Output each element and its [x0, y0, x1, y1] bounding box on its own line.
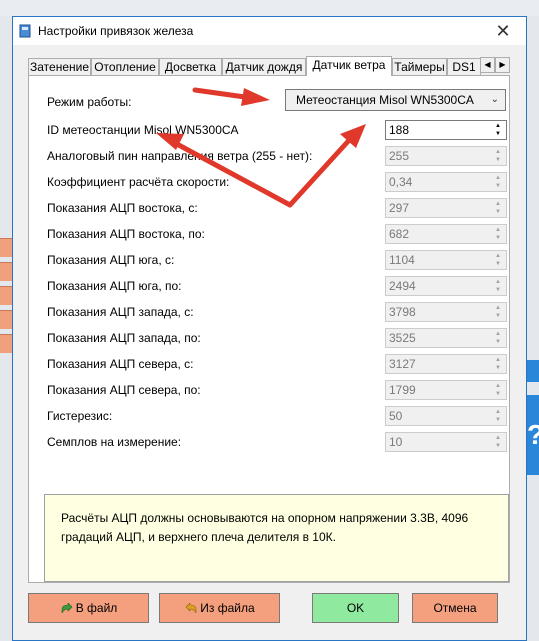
tab-zatenenie[interactable]: Затенение	[28, 58, 91, 75]
info-note: Расчёты АЦП должны основываются на опорн…	[44, 494, 509, 582]
adc-east-from-value: 297	[389, 201, 410, 215]
cancel-button[interactable]: Отмена	[412, 593, 498, 623]
station-id-spinner[interactable]: 188 ▲ ▼	[385, 120, 507, 140]
adc-north-from-spinner[interactable]: 3127 ▲ ▼	[385, 354, 507, 374]
row-label-adc-north-to: Показания АЦП севера, по:	[47, 383, 201, 397]
app-icon	[19, 24, 31, 38]
direction-pin-value: 255	[389, 149, 410, 163]
background-help-glyph: ?	[527, 419, 539, 450]
title-bar: Настройки привязок железа ✕	[13, 17, 526, 45]
window-title: Настройки привязок железа	[38, 24, 194, 38]
row-label-hysteresis: Гистерезис:	[47, 409, 113, 423]
row-label-adc-west-from: Показания АЦП запада, с:	[47, 305, 194, 319]
load-from-file-label: Из файла	[200, 601, 255, 615]
row-label-adc-east-from: Показания АЦП востока, с:	[47, 201, 198, 215]
spinner-arrows-icon: ▲ ▼	[495, 227, 501, 241]
background-button	[0, 286, 12, 305]
adc-west-from-spinner[interactable]: 3798 ▲ ▼	[385, 302, 507, 322]
row-label-direction-pin: Аналоговый пин направления ветра (255 - …	[47, 149, 313, 163]
adc-east-from-spinner[interactable]: 297 ▲ ▼	[385, 198, 507, 218]
tab-dosvetka[interactable]: Досветка	[159, 58, 222, 75]
adc-south-to-spinner[interactable]: 2494 ▲ ▼	[385, 276, 507, 296]
row-label-station-id: ID метеостанции Misol WN5300CA	[47, 123, 239, 137]
hysteresis-value: 50	[389, 409, 403, 423]
background-app-right	[527, 16, 539, 641]
spinner-arrows-icon: ▲ ▼	[495, 253, 501, 267]
background-app-toolbar	[0, 0, 539, 16]
tab-timers[interactable]: Таймеры	[392, 58, 447, 75]
background-button	[0, 262, 12, 281]
direction-pin-spinner[interactable]: 255 ▲ ▼	[385, 146, 507, 166]
spinner-arrows-icon: ▲ ▼	[495, 383, 501, 397]
station-id-value: 188	[389, 123, 410, 137]
row-label-adc-south-to: Показания АЦП юга, по:	[47, 279, 182, 293]
mode-select-value: Метеостанция Misol WN5300CA	[296, 93, 474, 107]
background-help-panel: ?	[527, 395, 539, 475]
row-label-adc-south-from: Показания АЦП юга, с:	[47, 253, 175, 267]
hysteresis-spinner[interactable]: 50 ▲ ▼	[385, 406, 507, 426]
tab-ds1[interactable]: DS1	[447, 58, 481, 75]
spinner-arrows-icon: ▲ ▼	[495, 201, 501, 215]
adc-south-from-value: 1104	[389, 253, 415, 267]
tab-wind-sensor[interactable]: Датчик ветра	[306, 56, 392, 76]
tab-otoplenie[interactable]: Отопление	[91, 58, 159, 75]
mode-select[interactable]: Метеостанция Misol WN5300CA ⌄	[285, 89, 506, 111]
ok-button[interactable]: OK	[312, 593, 399, 623]
spinner-arrows-icon: ▲ ▼	[495, 435, 501, 449]
spinner-arrows-icon: ▲ ▼	[495, 409, 501, 423]
adc-north-to-value: 1799	[389, 383, 416, 397]
adc-north-from-value: 3127	[389, 357, 416, 371]
samples-spinner[interactable]: 10 ▲ ▼	[385, 432, 507, 452]
spinner-arrows-icon: ▲ ▼	[495, 305, 501, 319]
background-panel	[527, 360, 539, 382]
adc-west-to-spinner[interactable]: 3525 ▲ ▼	[385, 328, 507, 348]
spinner-arrows-icon: ▲ ▼	[495, 331, 501, 345]
import-icon	[185, 602, 197, 613]
row-label-adc-east-to: Показания АЦП востока, по:	[47, 227, 205, 241]
adc-south-to-value: 2494	[389, 279, 416, 293]
row-label-adc-west-to: Показания АЦП запада, по:	[47, 331, 201, 345]
tab-strip: Затенение Отопление Досветка Датчик дожд…	[28, 56, 512, 76]
background-button	[0, 310, 12, 329]
mode-label: Режим работы:	[47, 95, 132, 109]
load-from-file-button[interactable]: Из файла	[159, 593, 280, 623]
row-label-speed-coef: Коэффициент расчёта скорости:	[47, 175, 230, 189]
chevron-down-icon: ⌄	[490, 94, 499, 105]
adc-west-to-value: 3525	[389, 331, 416, 345]
info-note-text: Расчёты АЦП должны основываются на опорн…	[61, 511, 469, 544]
adc-north-to-spinner[interactable]: 1799 ▲ ▼	[385, 380, 507, 400]
speed-coef-spinner[interactable]: 0,34 ▲ ▼	[385, 172, 507, 192]
adc-west-from-value: 3798	[389, 305, 416, 319]
adc-east-to-spinner[interactable]: 682 ▲ ▼	[385, 224, 507, 244]
save-to-file-label: В файл	[75, 601, 118, 615]
background-button	[0, 334, 12, 353]
export-icon	[61, 602, 73, 613]
speed-coef-value: 0,34	[389, 175, 413, 189]
adc-east-to-value: 682	[389, 227, 410, 241]
adc-south-from-spinner[interactable]: 1104 ▲ ▼	[385, 250, 507, 270]
save-to-file-button[interactable]: В файл	[28, 593, 149, 623]
close-button[interactable]: ✕	[481, 18, 525, 44]
samples-value: 10	[389, 435, 403, 449]
spinner-arrows-icon: ▲ ▼	[495, 357, 501, 371]
spinner-arrows-icon: ▲ ▼	[495, 149, 501, 163]
row-label-samples: Семплов на измерение:	[47, 435, 182, 449]
tab-rain-sensor[interactable]: Датчик дождя	[222, 58, 306, 75]
spinner-arrows-icon: ▲ ▼	[495, 175, 501, 189]
background-button	[0, 238, 12, 257]
tab-scroll-left-icon[interactable]: ◀	[480, 57, 495, 73]
spinner-arrows-icon[interactable]: ▲ ▼	[491, 122, 505, 138]
spinner-arrows-icon: ▲ ▼	[495, 279, 501, 293]
row-label-adc-north-from: Показания АЦП севера, с:	[47, 357, 194, 371]
tab-scroll: ◀ ▶	[480, 57, 512, 74]
tab-scroll-right-icon[interactable]: ▶	[495, 57, 510, 73]
